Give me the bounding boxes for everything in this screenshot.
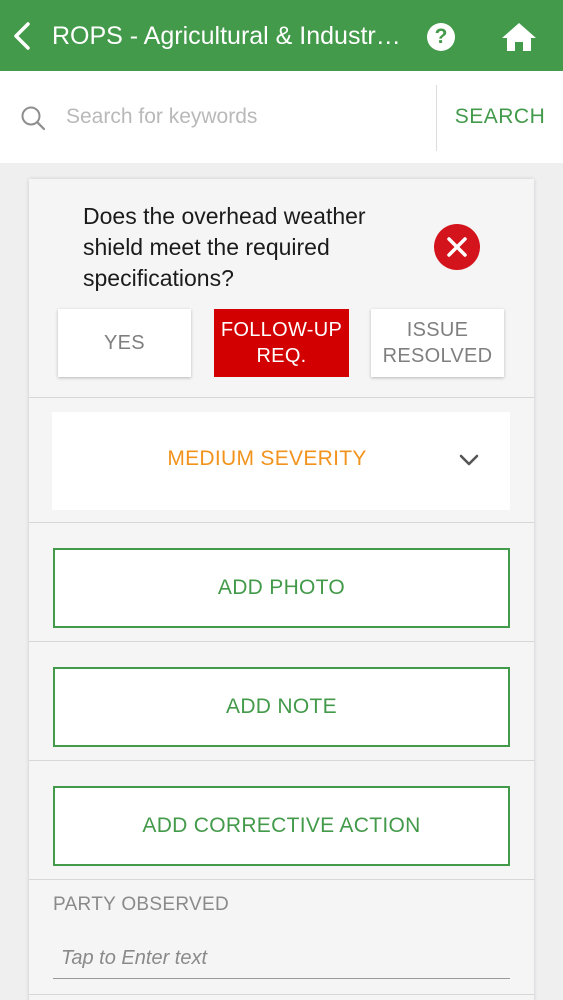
- divider: [29, 760, 534, 761]
- response-issue-resolved-button[interactable]: ISSUE RESOLVED: [371, 309, 504, 377]
- question-icon: ?: [434, 25, 448, 48]
- response-follow-up-button[interactable]: FOLLOW-UP REQ.: [214, 309, 349, 377]
- response-yes-button[interactable]: YES: [58, 309, 191, 377]
- severity-dropdown[interactable]: MEDIUM SEVERITY: [52, 412, 510, 510]
- party-observed-input[interactable]: [53, 939, 510, 979]
- divider: [29, 397, 534, 398]
- add-note-button[interactable]: ADD NOTE: [53, 667, 510, 747]
- chevron-left-icon: [14, 22, 30, 50]
- divider: [29, 641, 534, 642]
- question-text: Does the overhead weather shield meet th…: [83, 203, 366, 291]
- divider: [29, 879, 534, 880]
- close-icon: [447, 237, 467, 257]
- search-icon: [21, 106, 46, 131]
- divider: [29, 994, 534, 995]
- app-header: ROPS - Agricultural & Industrial Tractor…: [0, 0, 563, 71]
- close-circle-icon[interactable]: [434, 224, 480, 270]
- search-input[interactable]: [66, 99, 416, 135]
- party-observed-label: PARTY OBSERVED: [53, 894, 229, 915]
- search-bar: SEARCH: [0, 71, 563, 163]
- severity-label: MEDIUM SEVERITY: [167, 447, 367, 470]
- page-title: ROPS - Agricultural & Industrial Tractor…: [52, 22, 402, 50]
- divider: [29, 522, 534, 523]
- search-button[interactable]: SEARCH: [437, 71, 563, 163]
- home-icon: [502, 23, 536, 51]
- add-corrective-action-button[interactable]: ADD CORRECTIVE ACTION: [53, 786, 510, 866]
- question-card: Does the overhead weather shield meet th…: [29, 179, 534, 1000]
- back-button[interactable]: [6, 16, 40, 56]
- add-photo-button[interactable]: ADD PHOTO: [53, 548, 510, 628]
- help-button[interactable]: ?: [427, 23, 455, 51]
- home-button[interactable]: [500, 20, 538, 54]
- chevron-down-icon: [459, 454, 479, 466]
